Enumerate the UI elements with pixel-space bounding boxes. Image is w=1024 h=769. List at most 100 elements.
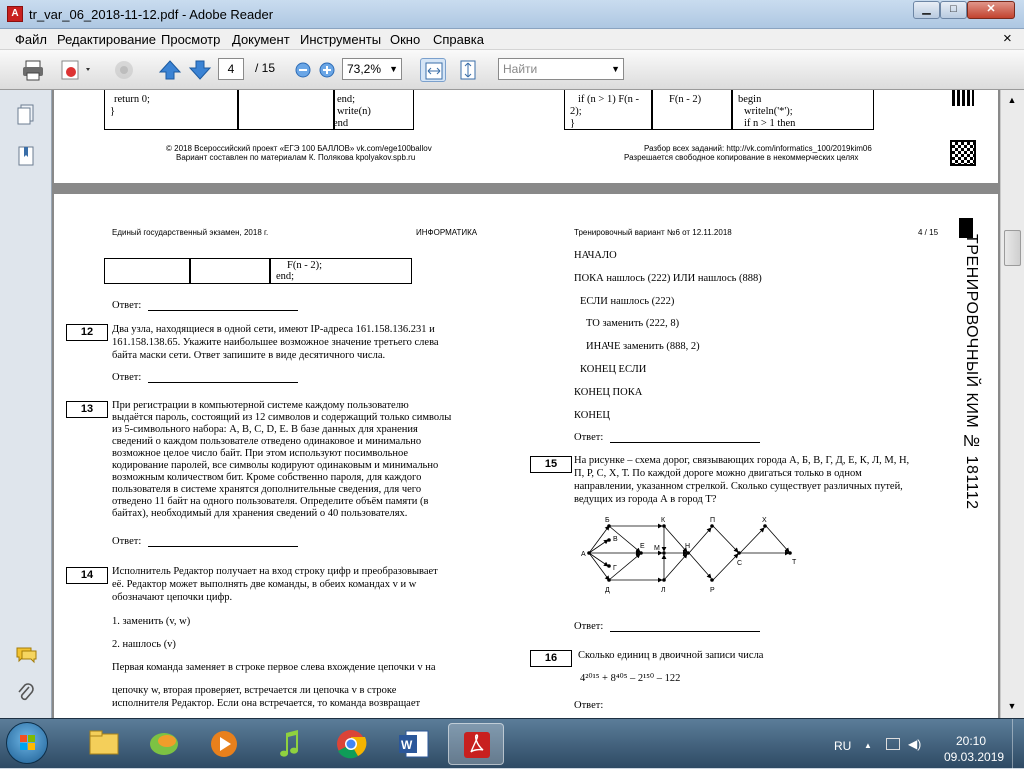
answer-label: Ответ: (112, 536, 142, 547)
menu-view[interactable]: Просмотр (161, 32, 220, 47)
document-viewport[interactable]: return 0; } end; write(n) end if (n > 1)… (52, 90, 1000, 718)
network-icon[interactable] (886, 738, 900, 750)
code-line: } (110, 106, 116, 117)
taskbar-chrome[interactable] (323, 723, 379, 765)
answer-line[interactable] (610, 631, 760, 632)
algo-line: ПОКА нашлось (222) ИЛИ нашлось (888) (574, 273, 762, 284)
question-text: из 5-символьного набора: A, B, C, D, E. … (112, 424, 418, 435)
menu-file[interactable]: Файл (15, 32, 47, 47)
answer-label: Ответ: (574, 621, 604, 632)
scroll-thumb[interactable] (1004, 230, 1021, 266)
question-text: её. Редактор может выполнять две команды… (112, 579, 417, 590)
document-close-button[interactable]: × (1003, 30, 1012, 47)
show-desktop-button[interactable] (1012, 719, 1024, 769)
navigation-pane (0, 90, 52, 718)
algo-line: КОНЕЦ (574, 410, 610, 421)
chevron-down-icon: ▼ (389, 64, 398, 74)
attachments-panel-button[interactable] (16, 682, 36, 707)
start-icon (20, 735, 35, 750)
graph-node-label: Б (605, 517, 610, 524)
arrow-down-icon (188, 60, 212, 80)
tray-expand-icon[interactable]: ▲ (864, 741, 872, 750)
scroll-up-icon[interactable]: ▲ (1004, 92, 1020, 108)
fit-width-button[interactable] (420, 58, 446, 82)
scroll-down-icon[interactable]: ▼ (1004, 698, 1020, 714)
comment-icon (16, 647, 37, 664)
minimize-button[interactable]: ▁ (913, 1, 940, 19)
taskbar-music[interactable] (262, 723, 318, 765)
question-text: 161.158.138.65. Укажите наибольшее возмо… (112, 337, 439, 348)
bookmarks-panel-button[interactable] (16, 145, 36, 170)
question-text: П, Р, С, Х, Т. По каждой дороге можно дв… (574, 468, 862, 479)
answer-line[interactable] (610, 442, 760, 443)
question-number: 12 (66, 324, 108, 341)
answer-label: Ответ: (574, 700, 604, 711)
explorer-icon (89, 730, 119, 755)
menu-document[interactable]: Документ (232, 32, 290, 47)
menu-edit[interactable]: Редактирование (57, 32, 156, 47)
maximize-button[interactable]: □ (940, 1, 967, 19)
question-text: обозначают цепочки цифр. (112, 592, 233, 603)
pdf-page-4: Единый государственный экзамен, 2018 г. … (54, 194, 998, 718)
clock-time[interactable]: 20:10 (956, 734, 986, 748)
command-text: 1. заменить (v, w) (112, 616, 191, 627)
start-button[interactable] (6, 722, 48, 764)
graph-node-label: Д (605, 587, 610, 594)
print-button[interactable] (20, 58, 46, 82)
question-text: возможным количеством бит. Кроме собстве… (112, 472, 422, 483)
code-line: writeln('*'); (744, 106, 793, 117)
answer-line[interactable] (148, 310, 298, 311)
taskbar-explorer[interactable] (76, 723, 132, 765)
menu-window[interactable]: Окно (390, 32, 420, 47)
pages-panel-button[interactable] (16, 104, 36, 129)
code-line: write(n) (337, 106, 371, 117)
pdf-page-3: return 0; } end; write(n) end if (n > 1)… (54, 90, 998, 183)
answer-line[interactable] (148, 546, 298, 547)
code-line: 2); (570, 106, 582, 117)
clock-date[interactable]: 09.03.2019 (944, 750, 1004, 764)
algo-line: КОНЕЦ ЕСЛИ (580, 364, 647, 375)
comments-panel-button[interactable] (15, 645, 37, 668)
menu-help[interactable]: Справка (433, 32, 484, 47)
arrow-up-icon (158, 60, 182, 80)
close-button[interactable]: ✕ (967, 1, 1015, 19)
graph-node-label: Н (685, 543, 690, 550)
print-icon (23, 60, 43, 81)
algo-line: ЕСЛИ нашлось (222) (580, 296, 675, 307)
code-line: } (570, 118, 576, 129)
vertical-scrollbar[interactable]: ▲ ▼ (1000, 90, 1024, 718)
taskbar-app[interactable] (136, 723, 192, 765)
share-button[interactable] (111, 58, 137, 82)
answer-line[interactable] (148, 382, 298, 383)
graph-node-label: С (737, 560, 742, 567)
graph-node-label: Л (661, 587, 666, 594)
graph-node-label: А (581, 551, 586, 558)
next-page-button[interactable] (187, 58, 213, 82)
page-number-input[interactable]: 4 (218, 58, 244, 80)
word-icon: W (399, 730, 429, 758)
create-pdf-button[interactable] (58, 58, 94, 82)
language-indicator[interactable]: RU (834, 739, 851, 753)
zoom-out-button[interactable] (293, 58, 313, 82)
media-player-icon (211, 731, 237, 757)
graph-node-label: Е (640, 543, 645, 550)
taskbar-media-player[interactable] (196, 723, 252, 765)
code-line: return 0; (114, 94, 150, 105)
taskbar-word[interactable]: W (386, 723, 442, 765)
zoom-in-button[interactable] (317, 58, 337, 82)
zoom-select[interactable]: 73,2% ▼ (342, 58, 402, 80)
menu-tools[interactable]: Инструменты (300, 32, 381, 47)
question-text: байта маски сети. Ответ запишите в виде … (112, 350, 386, 361)
fit-page-icon (460, 60, 476, 80)
road-graph-diagram: А Б В Г Д Е К Л М Н П Р С Х Т (581, 517, 797, 594)
code-line: end (333, 118, 349, 129)
algo-line: ТО заменить (222, 8) (586, 318, 680, 329)
previous-page-button[interactable] (157, 58, 183, 82)
app-icon (150, 733, 178, 755)
search-input[interactable]: Найти ▼ (498, 58, 624, 80)
taskbar-adobe-reader[interactable] (448, 723, 504, 765)
footer-license: Разрешается свободное копирование в неко… (624, 153, 859, 162)
graph-node-label: Т (792, 559, 797, 566)
volume-icon[interactable]: ◀) (908, 737, 921, 751)
fit-page-button[interactable] (455, 58, 481, 82)
